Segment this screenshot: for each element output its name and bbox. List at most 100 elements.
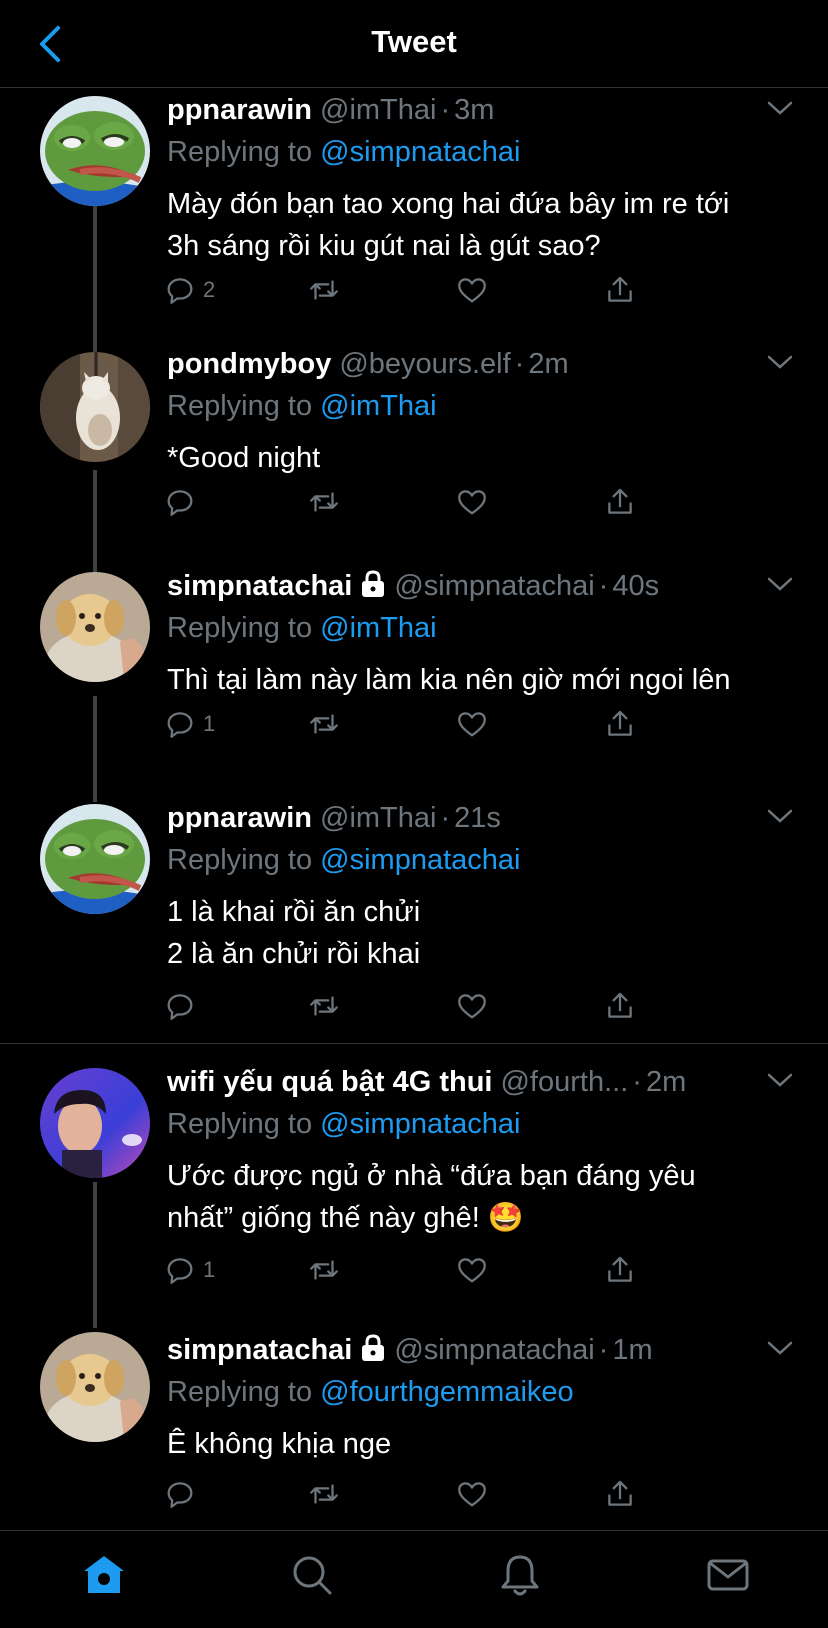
- share-button[interactable]: [603, 1474, 637, 1514]
- timestamp: 2m: [528, 348, 569, 380]
- heart-icon: [458, 490, 486, 515]
- frog-avatar-image: [40, 804, 150, 914]
- reply-button[interactable]: [163, 482, 203, 522]
- timestamp: 2m: [645, 1066, 687, 1098]
- avatar[interactable]: [40, 572, 150, 682]
- tweet[interactable]: ppnarawin @imThai · 21s Replying to @simpna…: [0, 800, 828, 1040]
- display-name[interactable]: simpnatachai: [167, 570, 352, 602]
- reply-button[interactable]: 2: [163, 270, 215, 310]
- tweet[interactable]: pondmyboy @beyours.elf · 2m Replying to @im…: [0, 346, 828, 552]
- mention-link[interactable]: @simpnatachai: [320, 844, 520, 876]
- user-handle[interactable]: @imThai: [320, 802, 436, 834]
- avatar[interactable]: [40, 352, 150, 462]
- search-icon: [293, 1556, 332, 1595]
- display-name[interactable]: pondmyboy: [167, 348, 331, 380]
- chevron-down-icon[interactable]: [765, 1070, 795, 1090]
- reply-count: 2: [203, 277, 216, 302]
- tweet[interactable]: simpnatachai @simpnatachai · 1m Replying to…: [0, 1332, 828, 1528]
- like-button[interactable]: [455, 1474, 489, 1514]
- nav-messages[interactable]: [704, 1551, 752, 1599]
- share-button[interactable]: [603, 270, 637, 310]
- user-handle[interactable]: @imThai: [320, 94, 436, 126]
- heart-icon: [458, 994, 486, 1019]
- tweet-header: wifi yếu quá bật 4G thui @fourth... · 2m: [167, 1066, 687, 1098]
- mention-link[interactable]: @imThai: [320, 390, 436, 422]
- timestamp: 1m: [612, 1334, 653, 1366]
- timestamp: 40s: [612, 570, 660, 602]
- display-name[interactable]: wifi yếu quá bật 4G thui: [167, 1066, 492, 1098]
- like-button[interactable]: [455, 986, 489, 1026]
- chevron-down-icon[interactable]: [765, 1338, 795, 1358]
- tweet-text: Ê không khịa nge: [167, 1428, 392, 1460]
- mention-link[interactable]: @simpnatachai: [320, 136, 520, 168]
- retweet-button[interactable]: [307, 270, 341, 310]
- mention-link[interactable]: @imThai: [320, 612, 436, 644]
- like-button[interactable]: [455, 270, 489, 310]
- replying-to: Replying to @imThai: [167, 612, 437, 644]
- cat-avatar-image: [40, 352, 150, 462]
- display-name[interactable]: ppnarawin: [167, 94, 312, 126]
- avatar[interactable]: [40, 96, 150, 206]
- retweet-button[interactable]: [307, 1250, 341, 1290]
- reply-button[interactable]: [163, 986, 203, 1026]
- avatar[interactable]: [40, 804, 150, 914]
- retweet-icon: [310, 1260, 338, 1280]
- retweet-icon: [310, 1484, 338, 1504]
- lock-icon: [362, 1334, 385, 1361]
- retweet-icon: [310, 492, 338, 512]
- user-handle[interactable]: @simpnatachai: [394, 570, 594, 602]
- heart-icon: [458, 1258, 486, 1283]
- retweet-button[interactable]: [307, 482, 341, 522]
- nav-home[interactable]: [80, 1551, 128, 1599]
- retweet-button[interactable]: [307, 704, 341, 744]
- reply-button[interactable]: 1: [163, 704, 215, 744]
- reply-button[interactable]: 1: [163, 1250, 215, 1290]
- reply-count: 1: [203, 1257, 216, 1282]
- replying-to: Replying to @imThai: [167, 390, 437, 422]
- avatar[interactable]: [40, 1332, 150, 1442]
- frog-avatar-image: [40, 96, 150, 206]
- user-handle[interactable]: @beyours.elf: [339, 348, 510, 380]
- like-button[interactable]: [455, 704, 489, 744]
- user-handle[interactable]: @fourth...: [500, 1066, 628, 1098]
- avatar[interactable]: [40, 1068, 150, 1178]
- person-avatar-image: [40, 1068, 150, 1178]
- retweet-icon: [310, 714, 338, 734]
- share-icon: [608, 992, 632, 1018]
- tweet-header: simpnatachai @simpnatachai · 40s: [167, 570, 660, 602]
- display-name[interactable]: ppnarawin: [167, 802, 312, 834]
- chevron-down-icon[interactable]: [765, 574, 795, 594]
- timestamp: 21s: [454, 802, 501, 834]
- tweet[interactable]: simpnatachai @simpnatachai · 40s Replying t…: [0, 568, 828, 778]
- tweet[interactable]: wifi yếu quá bật 4G thui @fourth... · 2m Re…: [0, 1064, 828, 1314]
- nav-notifications[interactable]: [496, 1551, 544, 1599]
- share-button[interactable]: [603, 704, 637, 744]
- reply-icon: [167, 490, 193, 516]
- share-button[interactable]: [603, 482, 637, 522]
- tweet-text: 1 là khai rồi ăn chửi 2 là ăn chửi rồi k…: [167, 896, 421, 970]
- chevron-down-icon[interactable]: [765, 806, 795, 826]
- chevron-down-icon[interactable]: [765, 98, 795, 118]
- chevron-down-icon[interactable]: [765, 352, 795, 372]
- user-handle[interactable]: @simpnatachai: [394, 1334, 594, 1366]
- display-name[interactable]: simpnatachai: [167, 1334, 352, 1366]
- share-button[interactable]: [603, 986, 637, 1026]
- like-button[interactable]: [455, 482, 489, 522]
- mention-link[interactable]: @fourthgemmaikeo: [320, 1376, 574, 1408]
- bottom-nav: [0, 1530, 828, 1628]
- like-button[interactable]: [455, 1250, 489, 1290]
- retweet-button[interactable]: [307, 1474, 341, 1514]
- reply-button[interactable]: [163, 1474, 203, 1514]
- retweet-button[interactable]: [307, 986, 341, 1026]
- puppy-avatar-image: [40, 572, 150, 682]
- heart-icon: [458, 278, 486, 303]
- share-button[interactable]: [603, 1250, 637, 1290]
- tweet-actions: 1: [167, 1250, 807, 1290]
- replying-to: Replying to @simpnatachai: [167, 1108, 521, 1140]
- top-bar: Tweet: [0, 0, 828, 88]
- nav-search[interactable]: [288, 1551, 336, 1599]
- replying-to: Replying to @fourthgemmaikeo: [167, 1376, 574, 1408]
- tweet[interactable]: ppnarawin @imThai · 3m Replying to @simpnat…: [0, 92, 828, 342]
- mention-link[interactable]: @simpnatachai: [320, 1108, 520, 1140]
- notifications-icon: [501, 1555, 539, 1596]
